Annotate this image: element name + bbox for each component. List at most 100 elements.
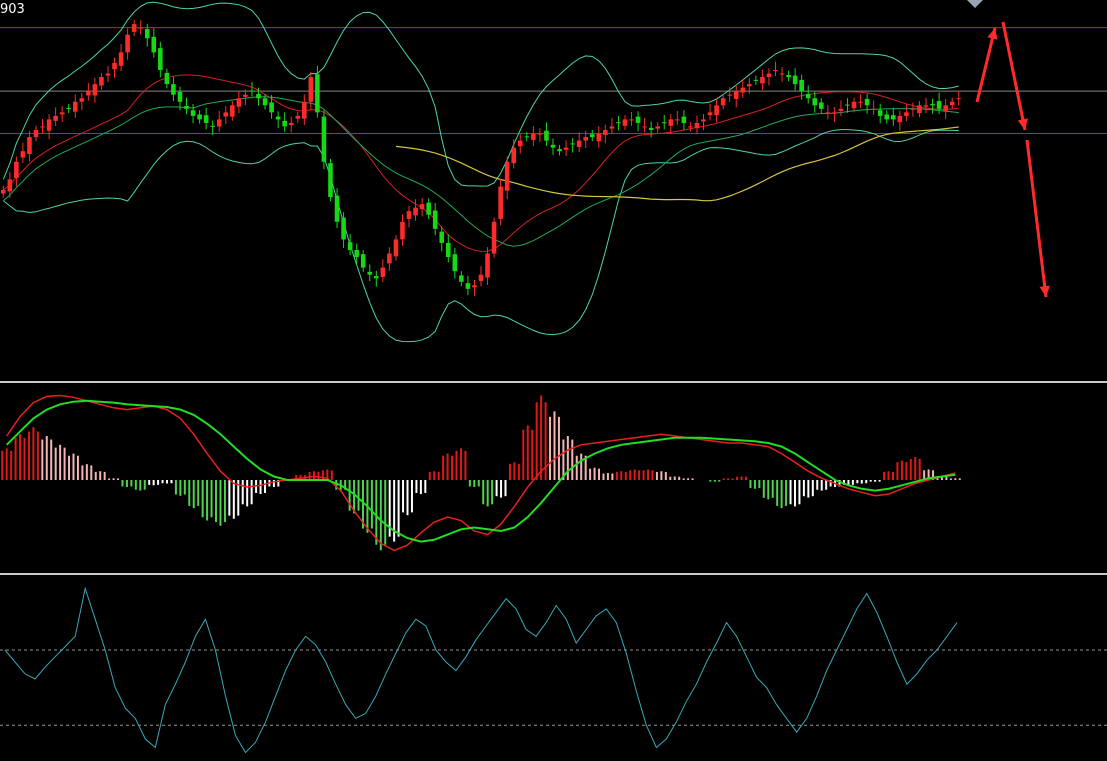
candle-body [256,94,261,99]
candle-body [334,195,340,222]
candle-body [432,210,438,229]
candle-body [249,90,255,92]
candle-body [733,91,739,99]
candle-body [838,108,844,111]
candle-body [86,91,91,96]
candle-body [452,254,458,272]
candle-body [445,242,451,258]
candle-body [328,163,333,198]
oscillator-line [4,586,958,754]
candle-body [138,27,143,29]
candle-body [884,114,890,120]
candle-body [125,34,130,53]
candle-body [720,98,726,106]
candle-body [288,122,294,126]
candle-body [0,190,6,194]
candle-body [79,98,85,102]
candle-body [105,73,111,76]
candle-body [426,202,431,215]
candle-body [275,116,281,120]
candle-body [629,119,634,121]
candle-body [308,77,314,102]
candle-body [367,271,373,275]
candle-body [7,179,13,192]
candle-body [216,119,222,127]
macd-dea-line [5,399,956,543]
candle-body [27,137,32,154]
candle-body [648,127,654,130]
candle-body [413,207,418,216]
candle-body [819,102,824,109]
candle-body [20,151,26,158]
candle-body [197,114,202,120]
candle-body [118,52,124,66]
candle-body [14,161,19,178]
candle-body [576,140,582,147]
candle-body [707,112,713,116]
candle-body [714,105,719,116]
candle-body [655,126,660,129]
candle-body [347,242,353,250]
candle-body [66,108,72,110]
candle-body [701,119,706,122]
candle-body [877,110,883,116]
candle-body [92,84,98,96]
candle-body [400,221,405,240]
candle-body [99,77,104,86]
candle-body [956,98,962,100]
candle-body [871,108,876,110]
moving-average-yellow [395,126,959,202]
candle-body [354,250,359,258]
candle-body [864,98,870,106]
candle-body [164,72,170,85]
candle-body [53,115,58,121]
moving-average-green [2,96,959,247]
candle-body [59,112,65,115]
candle-body [589,134,595,138]
candle-body [570,143,575,145]
candle-body [661,122,667,124]
candle-body [603,130,608,135]
candle-body [40,126,45,128]
candle-body [72,101,78,112]
candle-body [33,130,39,138]
candle-body [171,84,176,95]
marker-triangle [967,0,983,8]
candle-body [302,101,307,119]
arrow-down-1 [1001,21,1027,131]
candle-body [112,62,117,70]
candle-body [609,126,615,129]
candle-body [478,274,484,282]
candle-body [341,217,346,240]
candle-body [406,211,412,219]
candle-body [144,29,150,39]
candle-body [681,116,687,123]
candle-body [262,98,268,106]
candle-body [158,48,163,70]
candle-body [230,105,235,117]
candle-body [531,133,536,140]
candle-body [779,73,785,75]
candle-body [688,126,693,128]
candle-body [184,106,189,109]
candle-body [190,110,196,116]
candle-body [910,108,916,110]
candle-body [727,94,732,96]
candle-body [897,115,903,123]
candle-body [851,101,857,109]
candle-body [439,231,445,243]
candle-body [544,130,549,141]
candle-body [243,94,248,97]
candle-body [269,102,274,113]
candle-body [858,101,863,103]
candle-body [321,116,327,162]
candle-body [151,36,157,53]
candle-body [694,122,700,128]
candle-body [747,84,752,87]
candle-body [387,253,392,264]
candle-body [773,70,778,71]
candle-body [766,73,772,78]
candle-body [563,147,569,150]
candle-body [315,74,320,113]
candle-body [675,119,680,121]
